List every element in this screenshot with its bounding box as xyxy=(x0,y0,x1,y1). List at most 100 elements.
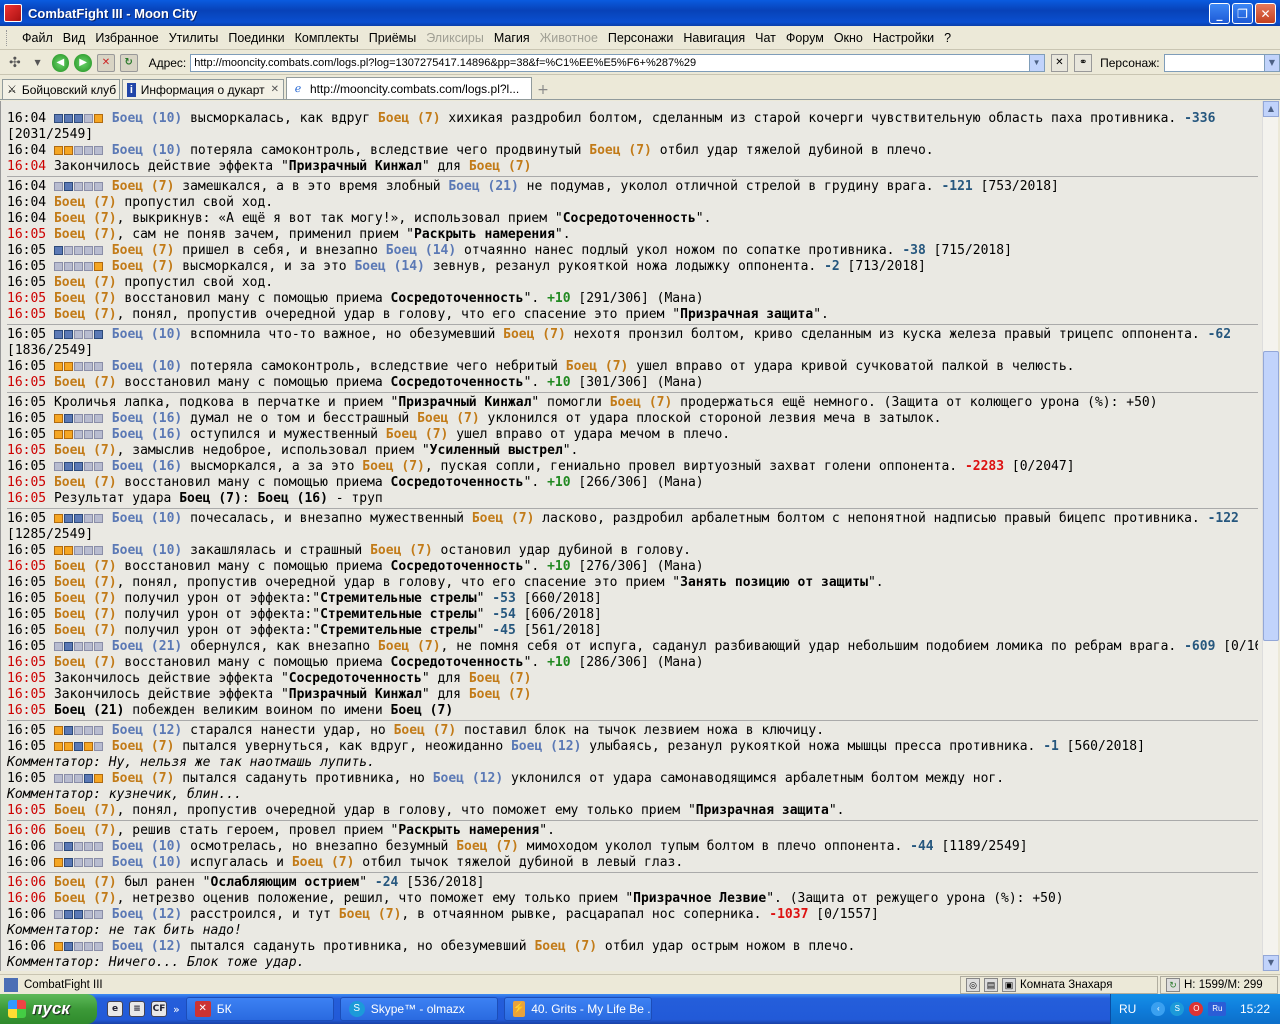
fighter-name[interactable]: Боец (7) xyxy=(54,575,117,590)
task-winamp[interactable]: ⚡ 40. Grits - My Life Be ... xyxy=(503,997,652,1021)
fighter-name[interactable]: Боец (7) xyxy=(417,411,480,426)
menu-item[interactable]: Файл xyxy=(17,31,58,45)
fighter-name[interactable]: Боец (7) xyxy=(54,591,117,606)
toolbar-grip[interactable] xyxy=(6,29,9,46)
fighter-name[interactable]: Боец (12) xyxy=(511,739,581,754)
map-icon[interactable]: ◎ xyxy=(966,977,980,992)
fighter-name[interactable]: Боец (7) xyxy=(54,443,117,458)
fighter-name[interactable]: Боец (7) xyxy=(54,607,117,622)
fighter-name[interactable]: Боец (7) xyxy=(589,143,652,158)
menu-item[interactable]: Чат xyxy=(750,31,781,45)
minimize-button[interactable]: _ xyxy=(1209,3,1230,24)
close-icon[interactable]: ✕ xyxy=(271,84,279,95)
menu-item[interactable]: Вид xyxy=(58,31,91,45)
fighter-name[interactable]: Боец (7) xyxy=(54,891,117,906)
menu-item[interactable]: Животное xyxy=(535,31,603,45)
menu-item[interactable]: ? xyxy=(939,31,956,45)
menu-item[interactable]: Комплекты xyxy=(290,31,364,45)
stop-icon[interactable]: ✕ xyxy=(97,53,115,72)
fighter-name[interactable]: Боец (21) xyxy=(112,639,182,654)
fighter-name[interactable]: Боец (7) xyxy=(469,687,532,702)
task-skype[interactable]: S Skype™ - olmazx xyxy=(339,997,498,1021)
fighter-name[interactable]: Боец (7) xyxy=(339,907,402,922)
clear-icon[interactable]: ✕ xyxy=(1050,53,1069,72)
fighter-name[interactable]: Боец (10) xyxy=(112,143,182,158)
fighter-name[interactable]: Боец (7) xyxy=(54,307,117,322)
tab-info[interactable]: i Информация о дукарт ✕ xyxy=(122,79,284,99)
fighter-name[interactable]: Боец (12) xyxy=(112,939,182,954)
fighter-name[interactable]: Боец (10) xyxy=(112,511,182,526)
menu-item[interactable]: Настройки xyxy=(868,31,939,45)
fighter-name[interactable]: Боец (7) xyxy=(472,511,535,526)
vertical-scrollbar[interactable]: ▲ ▼ xyxy=(1262,101,1279,971)
fighter-name[interactable]: Боец (7) xyxy=(54,375,117,390)
fighter-name[interactable]: Боец (7) xyxy=(112,739,175,754)
tab-logs[interactable]: ℯ http://mooncity.combats.com/logs.pl?l.… xyxy=(286,77,532,99)
menu-item[interactable]: Поединки xyxy=(223,31,289,45)
ie-quicklaunch-icon[interactable]: e xyxy=(107,1001,123,1017)
fighter-name[interactable]: Боец (7) xyxy=(378,639,441,654)
new-tab-icon[interactable]: + xyxy=(534,81,552,99)
menu-item[interactable]: Магия xyxy=(489,31,535,45)
fighter-name[interactable]: Боец (7) xyxy=(394,723,457,738)
skype-tray-icon[interactable]: S xyxy=(1170,1002,1185,1016)
menu-item[interactable]: Приёмы xyxy=(364,31,421,45)
binoculars-icon[interactable]: ⚭ xyxy=(1074,53,1093,72)
scroll-thumb[interactable] xyxy=(1263,351,1279,641)
sync-icon[interactable]: ↻ xyxy=(1166,977,1180,992)
fighter-name[interactable]: Боец (7) xyxy=(54,559,117,574)
fighter-name[interactable]: Боец (7) xyxy=(54,803,117,818)
menu-item[interactable]: Утилиты xyxy=(164,31,224,45)
forward-icon[interactable]: ▶ xyxy=(74,53,92,72)
scroll-down-icon[interactable]: ▼ xyxy=(1263,955,1279,971)
menu-item[interactable]: Избранное xyxy=(90,31,163,45)
fighter-name[interactable]: Боец (7) xyxy=(54,475,117,490)
fighter-name[interactable]: Боец (7) xyxy=(54,291,117,306)
fighter-name[interactable]: Боец (7) xyxy=(456,839,519,854)
language-indicator[interactable]: RU xyxy=(1119,1002,1136,1016)
fighter-name[interactable]: Боец (7) xyxy=(54,823,117,838)
fighter-name[interactable]: Боец (7) xyxy=(386,427,449,442)
window-icon[interactable]: ▣ xyxy=(1002,977,1016,992)
fighter-name[interactable]: Боец (7) xyxy=(112,259,175,274)
pin-icon[interactable]: ✣ xyxy=(6,54,24,72)
menu-item[interactable]: Форум xyxy=(781,31,829,45)
quicklaunch-more-icon[interactable]: » xyxy=(173,1003,180,1016)
fighter-name[interactable]: Боец (21) xyxy=(448,179,518,194)
menu-item[interactable]: Персонажи xyxy=(603,31,678,45)
fighter-name[interactable]: Боец (7) xyxy=(54,875,117,890)
fighter-name[interactable]: Боец (7) xyxy=(112,179,175,194)
fighter-name[interactable]: Боец (7) xyxy=(112,243,175,258)
lang-flag-icon[interactable]: Ru xyxy=(1208,1002,1227,1016)
chevron-down-icon[interactable]: ▼ xyxy=(1028,54,1044,71)
fighter-name[interactable]: Боец (7) xyxy=(469,159,532,174)
fighter-name[interactable]: Боец (7) xyxy=(54,275,117,290)
fighter-name[interactable]: Боец (7) xyxy=(469,671,532,686)
fighter-name[interactable]: Боец (7) xyxy=(534,939,597,954)
chevron-down-icon[interactable]: ▼ xyxy=(1263,54,1279,71)
fighter-name[interactable]: Боец (12) xyxy=(433,771,503,786)
fighter-name[interactable]: Боец (7) xyxy=(54,227,117,242)
scroll-up-icon[interactable]: ▲ xyxy=(1263,101,1279,117)
address-input[interactable]: http://mooncity.combats.com/logs.pl?log=… xyxy=(190,53,1045,72)
fighter-name[interactable]: Боец (14) xyxy=(354,259,424,274)
menu-item[interactable]: Окно xyxy=(829,31,868,45)
fighter-name[interactable]: Боец (12) xyxy=(112,723,182,738)
tab-fight-club[interactable]: ⚔ Бойцовский клуб xyxy=(2,79,120,99)
fighter-name[interactable]: Боец (7) xyxy=(610,395,673,410)
fighter-name[interactable]: Боец (10) xyxy=(112,543,182,558)
fighter-name[interactable]: Боец (7) xyxy=(54,655,117,670)
fighter-name[interactable]: Боец (10) xyxy=(112,855,182,870)
fighter-name[interactable]: Боец (10) xyxy=(112,327,182,342)
menu-item[interactable]: Эликсиры xyxy=(421,31,489,45)
fighter-name[interactable]: Боец (10) xyxy=(112,839,182,854)
doc-icon[interactable]: ▤ xyxy=(984,977,998,992)
fighter-name[interactable]: Боец (16) xyxy=(112,459,182,474)
refresh-icon[interactable]: ↻ xyxy=(119,53,138,72)
fighter-name[interactable]: Боец (7) xyxy=(112,771,175,786)
dropdown-icon[interactable]: ▼ xyxy=(29,54,47,72)
persona-select[interactable]: ▼ xyxy=(1163,53,1280,72)
fighter-name[interactable]: Боец (7) xyxy=(503,327,566,342)
task-bk[interactable]: ✕ БК xyxy=(185,997,334,1021)
back-icon[interactable]: ◀ xyxy=(51,53,70,72)
